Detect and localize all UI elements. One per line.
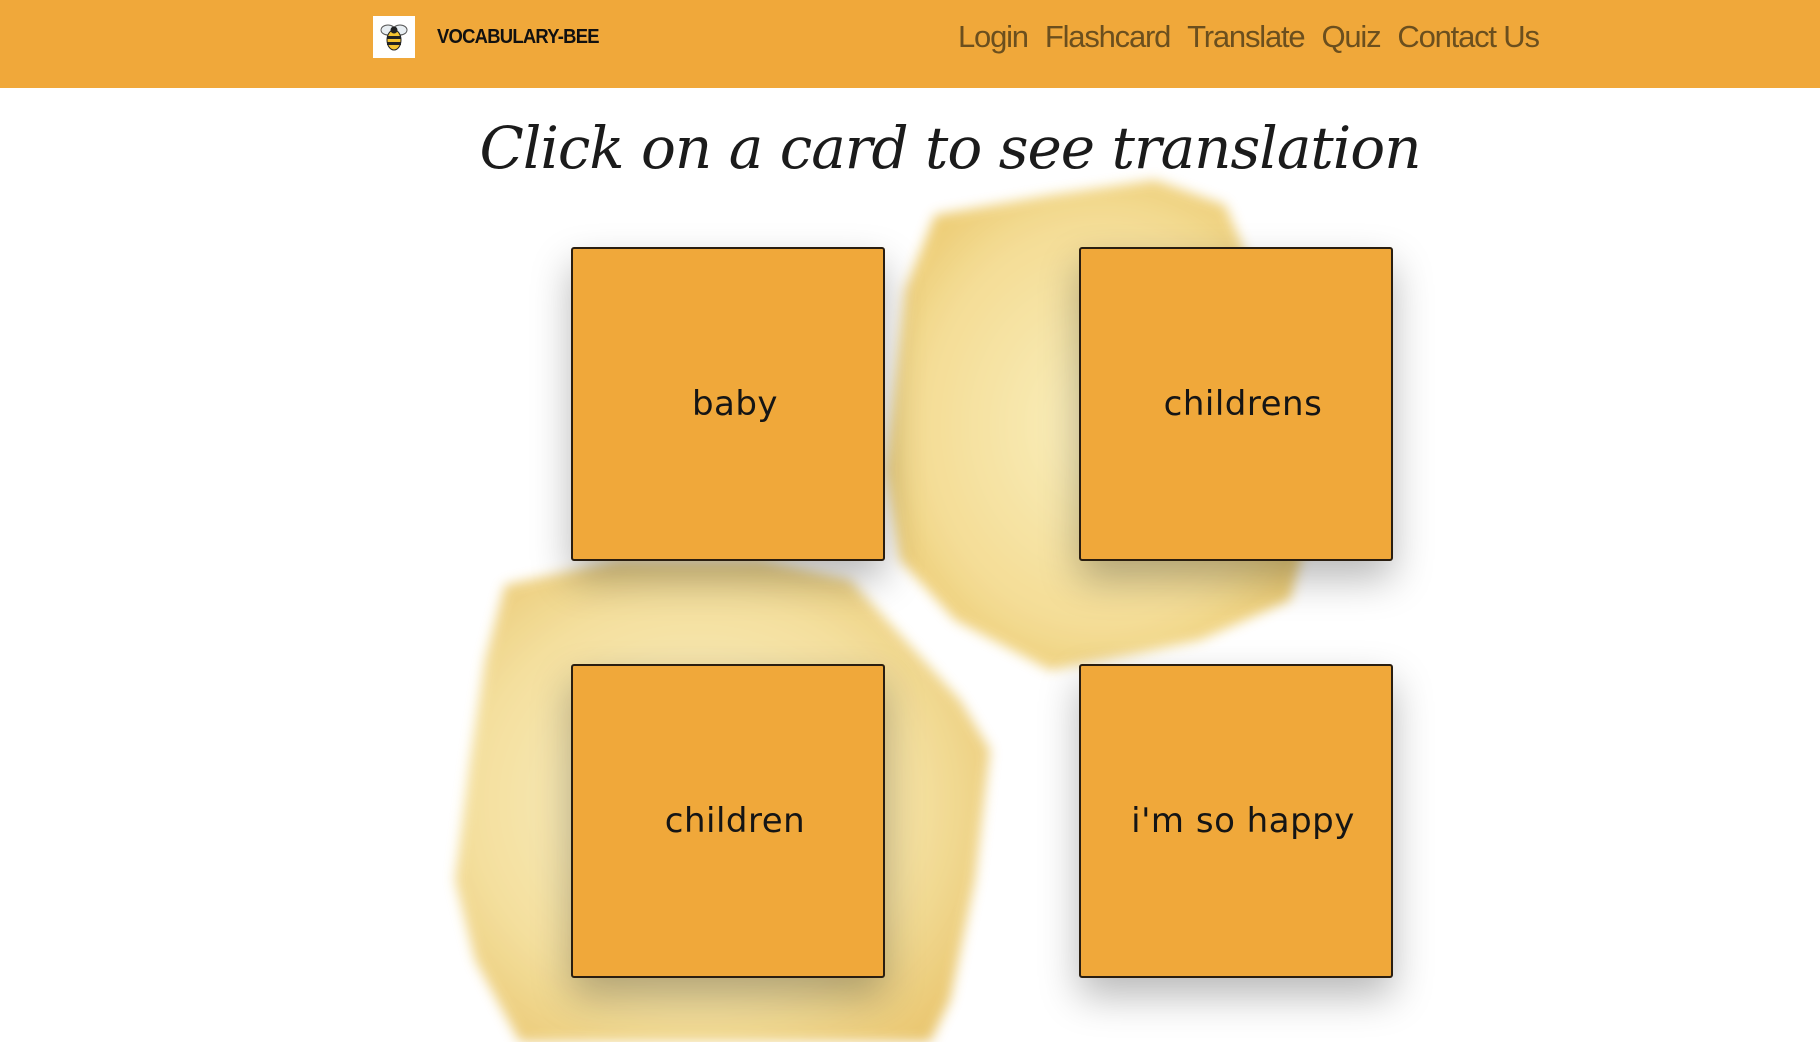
brand-name[interactable]: VOCABULARY-BEE [437, 26, 600, 49]
bee-icon[interactable] [373, 16, 415, 58]
nav-translate[interactable]: Translate [1187, 14, 1305, 60]
flashcard-text: i'm so happy [1131, 801, 1355, 841]
navbar: VOCABULARY-BEE Login Flashcard Translate… [0, 0, 1820, 88]
nav-flashcard[interactable]: Flashcard [1045, 14, 1172, 60]
nav-links: Login Flashcard Translate Quiz Contact U… [958, 14, 1540, 60]
flashcard-text: children [664, 801, 806, 841]
nav-login[interactable]: Login [958, 14, 1029, 60]
page-heading: Click on a card to see translation [479, 114, 1421, 182]
nav-quiz[interactable]: Quiz [1321, 14, 1381, 60]
flashcard[interactable]: baby [571, 247, 885, 561]
flashcard-text: childrens [1163, 384, 1323, 424]
flashcard[interactable]: childrens [1079, 247, 1393, 561]
flashcard[interactable]: i'm so happy [1079, 664, 1393, 978]
flashcard-text: baby [691, 384, 779, 424]
nav-contact-us[interactable]: Contact Us [1397, 14, 1540, 60]
flashcard[interactable]: children [571, 664, 885, 978]
brand[interactable]: VOCABULARY-BEE [373, 16, 613, 58]
